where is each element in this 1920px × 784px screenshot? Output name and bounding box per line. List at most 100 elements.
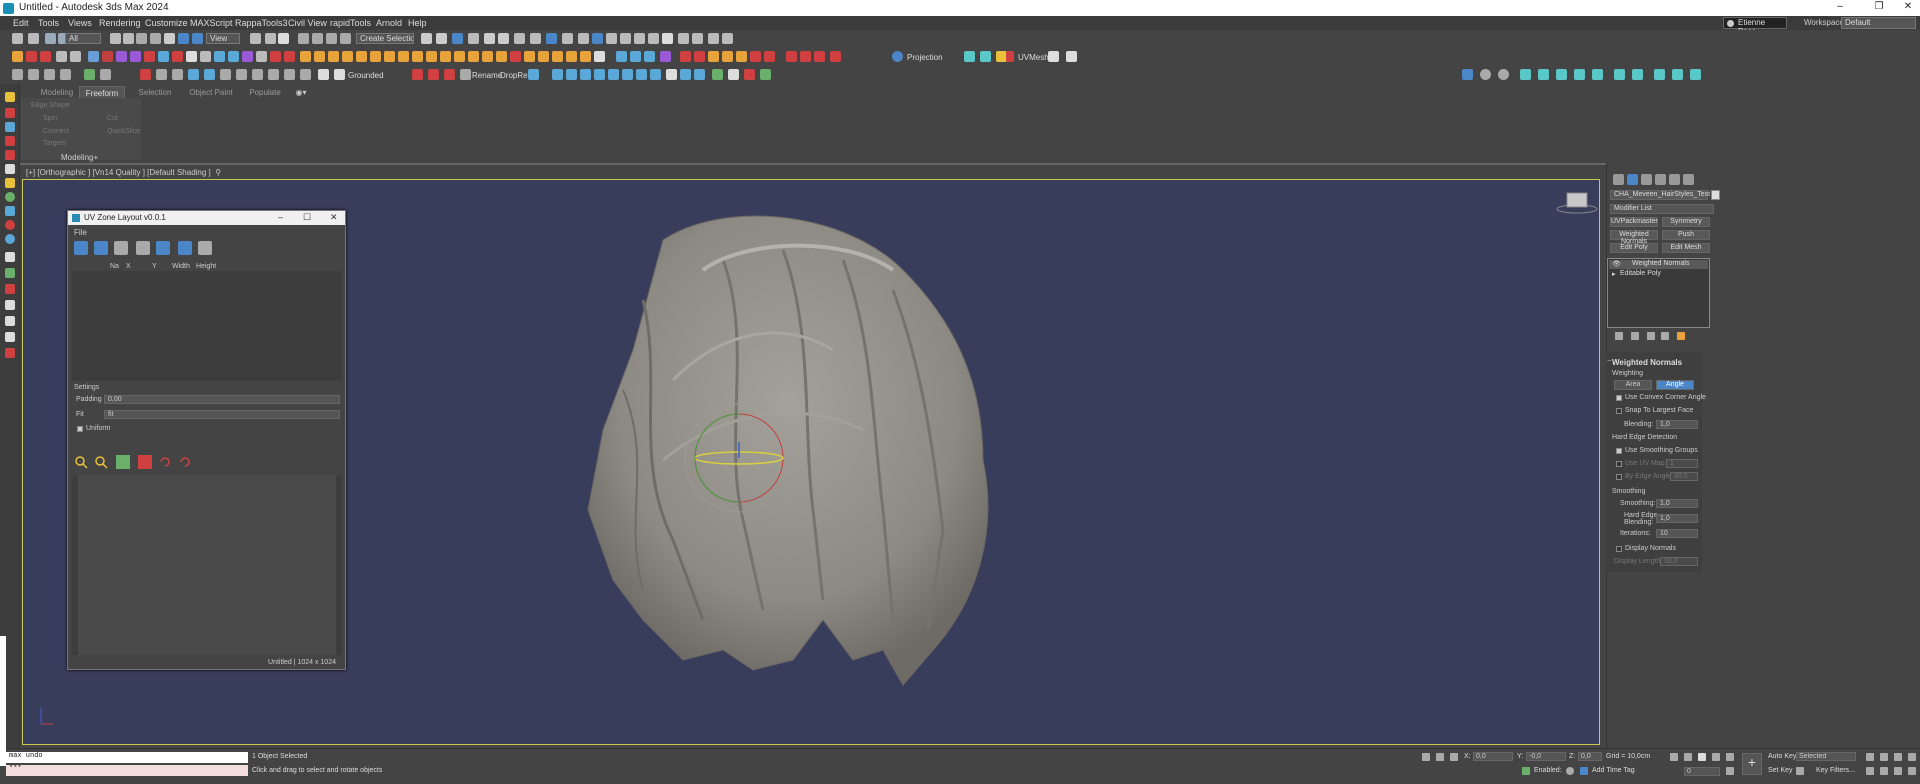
script-icon-42[interactable] (594, 51, 605, 62)
layer-explorer-icon[interactable] (468, 33, 479, 44)
uv-close-button[interactable]: ✕ (330, 212, 338, 223)
menu-maxscript[interactable]: MAXScript (190, 18, 233, 28)
rendered-frame-icon[interactable] (546, 33, 557, 44)
script-icon-25[interactable] (356, 51, 367, 62)
script-icon-61[interactable] (1048, 51, 1059, 62)
row3-icon-6[interactable] (100, 69, 111, 80)
grounded-icon[interactable] (334, 69, 345, 80)
add-zone-icon[interactable] (74, 241, 88, 255)
uvpackmaster-button[interactable]: UVPackmaster (1610, 217, 1658, 227)
menu-rapidtools[interactable]: rapidTools (330, 18, 371, 28)
script-icon-1[interactable] (12, 51, 23, 62)
tool-icon-b[interactable] (592, 33, 603, 44)
convex-corner-checkbox[interactable] (1616, 395, 1622, 401)
material-editor-icon[interactable] (514, 33, 525, 44)
rollout-collapse-icon[interactable]: − (1607, 358, 1611, 365)
col-x[interactable]: X (126, 263, 131, 270)
enabled-toggle-icon[interactable] (1566, 767, 1574, 775)
row3-icon-34[interactable] (694, 69, 705, 80)
row3-icon-37[interactable] (744, 69, 755, 80)
zoom-out-icon[interactable] (94, 455, 108, 469)
left-strip-icon-14[interactable] (5, 284, 15, 294)
tool-icon-j[interactable] (708, 33, 719, 44)
hard-edge-blending-spinner[interactable]: 1,0 (1656, 514, 1698, 523)
row3-icon-15[interactable] (268, 69, 279, 80)
viewport-tool-icon-11[interactable] (1654, 69, 1665, 80)
script-icon-41[interactable] (580, 51, 591, 62)
tab-modeling[interactable]: Modeling (37, 86, 77, 98)
viewport-label[interactable]: [+] [Orthographic ] [Vn14 Quality ] [Def… (26, 168, 221, 177)
region-select-icon[interactable] (136, 33, 147, 44)
zoom-in-icon[interactable] (74, 455, 88, 469)
row3-icon-27[interactable] (594, 69, 605, 80)
previous-frame-icon[interactable] (1684, 753, 1692, 761)
zone-list[interactable] (72, 271, 342, 381)
fit-dropdown[interactable]: fit (104, 410, 340, 419)
row3-icon-35[interactable] (712, 69, 723, 80)
modify-tab-icon[interactable] (1627, 174, 1638, 185)
stack-item-weighted-normals[interactable]: Weighted Normals (1632, 260, 1689, 267)
viewport-tool-icon-13[interactable] (1690, 69, 1701, 80)
zoom-extents-icon[interactable] (1894, 753, 1902, 761)
script-icon-6[interactable] (88, 51, 99, 62)
zoom-all-icon[interactable] (1880, 753, 1888, 761)
named-selection-set-dropdown[interactable]: Create Selection Se (356, 33, 414, 44)
viewport-tool-icon-9[interactable] (1614, 69, 1625, 80)
object-name-field[interactable]: CHA_Meveen_HairStyles_Test (1610, 190, 1710, 200)
script-icon-51[interactable] (736, 51, 747, 62)
use-uv-map-checkbox[interactable] (1616, 461, 1622, 467)
uv-canvas[interactable] (72, 475, 342, 655)
display-tab-icon[interactable] (1669, 174, 1680, 185)
script-icon-47[interactable] (680, 51, 691, 62)
script-icon-36[interactable] (510, 51, 521, 62)
script-icon-56[interactable] (814, 51, 825, 62)
field-of-view-icon[interactable] (1866, 767, 1874, 775)
script-icon-27[interactable] (384, 51, 395, 62)
minimize-button[interactable]: – (1825, 1, 1855, 15)
iterations-spinner[interactable]: 10 (1656, 529, 1698, 538)
ribbon-spin[interactable]: Spin (43, 115, 57, 122)
row3-icon-38[interactable] (760, 69, 771, 80)
viewcube[interactable] (1555, 189, 1599, 215)
y-coord-field[interactable]: -0,0 (1526, 752, 1566, 761)
uv-minimize-button[interactable]: – (278, 212, 283, 222)
configure-sets-icon[interactable] (1677, 332, 1685, 340)
left-strip-icon-12[interactable] (5, 252, 15, 262)
left-strip-icon-13[interactable] (5, 268, 15, 278)
script-icon-40[interactable] (566, 51, 577, 62)
viewport-tool-icon-10[interactable] (1632, 69, 1643, 80)
ribbon-panel-title[interactable]: Modeling+ (61, 153, 98, 162)
uv-menu-file[interactable]: File (74, 228, 87, 237)
pan-icon[interactable] (1880, 767, 1888, 775)
script-icon-18[interactable] (256, 51, 267, 62)
projection-icon[interactable] (892, 51, 903, 62)
maximize-button[interactable]: ❐ (1864, 1, 1894, 15)
tool-icon-c[interactable] (606, 33, 617, 44)
hierarchy-tab-icon[interactable] (1641, 174, 1652, 185)
script-icon-48[interactable] (694, 51, 705, 62)
viewport-tool-icon-6[interactable] (1556, 69, 1567, 80)
row3-icon-25[interactable] (566, 69, 577, 80)
script-icon-59[interactable] (980, 51, 991, 62)
script-icon-55[interactable] (800, 51, 811, 62)
script-icon-26[interactable] (370, 51, 381, 62)
script-icon-3[interactable] (40, 51, 51, 62)
orbit-icon[interactable] (1894, 767, 1902, 775)
script-icon-35[interactable] (496, 51, 507, 62)
left-strip-icon-5[interactable] (5, 150, 15, 160)
remove-modifier-icon[interactable] (1661, 332, 1669, 340)
viewport-tool-icon-8[interactable] (1592, 69, 1603, 80)
schematic-view-icon[interactable] (498, 33, 509, 44)
col-y[interactable]: Y (152, 263, 157, 270)
row3-icon-8[interactable] (156, 69, 167, 80)
script-icon-49[interactable] (708, 51, 719, 62)
tool-icon-k[interactable] (722, 33, 733, 44)
reference-coordinate-dropdown[interactable]: View (206, 33, 240, 44)
script-icon-31[interactable] (440, 51, 451, 62)
col-name[interactable]: Na (110, 263, 119, 270)
display-length-spinner[interactable]: 10,0 (1660, 557, 1698, 566)
by-edge-angle-spinner[interactable]: 30,0 (1670, 472, 1698, 481)
row3-icon-30[interactable] (636, 69, 647, 80)
left-strip-icon-8[interactable] (5, 192, 15, 202)
stack-eye-icon[interactable]: 👁 (1612, 260, 1621, 268)
